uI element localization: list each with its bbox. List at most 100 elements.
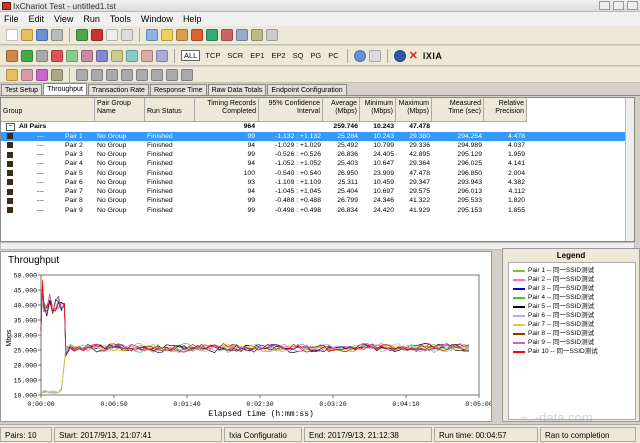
summary-row[interactable]: − All Pairs 964 259.746 10.243 47.478 [1, 122, 634, 131]
header-confidence-interval[interactable]: 95% Confidence Interval [259, 98, 323, 122]
endpoint-icon[interactable] [126, 49, 138, 62]
expand-toggle[interactable]: − [6, 122, 15, 131]
filter-tcp-button[interactable]: TCP [203, 51, 222, 60]
view3-icon[interactable] [106, 68, 118, 81]
help-icon[interactable] [393, 49, 406, 62]
header-measured-time[interactable]: Measured Time (sec) [432, 98, 484, 122]
view1-icon[interactable] [76, 68, 88, 81]
table-icon[interactable] [96, 49, 108, 62]
table-row[interactable]: --- Pair 8 No Group Finished 99 -0.488 : +0.4… [1, 196, 634, 205]
header-run-status[interactable]: Run Status [145, 98, 195, 122]
table-row[interactable]: --- Pair 2 No Group Finished 94 -1.029 : +1.0… [1, 141, 634, 150]
menu-run[interactable]: Run [83, 14, 100, 24]
legend-item[interactable]: Pair 9 -- 同一SSID测试 [513, 338, 594, 347]
zoom-icon[interactable] [51, 68, 63, 81]
add-pair-icon[interactable] [206, 29, 218, 41]
header-relative-precision[interactable]: Relative Precision [484, 98, 527, 122]
script-icon[interactable] [141, 49, 153, 62]
table-row[interactable]: --- Pair 3 No Group Finished 99 -0.526 : +0.5… [1, 150, 634, 159]
menu-window[interactable]: Window [141, 14, 173, 24]
filter-pc-button[interactable]: PC [326, 51, 340, 60]
filter-ep2-button[interactable]: EP2 [269, 51, 287, 60]
cut-icon[interactable] [121, 29, 133, 41]
legend-item[interactable]: Pair 7 -- 同一SSID测试 [513, 320, 594, 329]
filter-all-button[interactable]: ALL [181, 50, 201, 61]
table-row[interactable]: --- Pair 9 No Group Finished 99 -0.498 : +0.4… [1, 206, 634, 215]
view2-icon[interactable] [91, 68, 103, 81]
tab-response-time[interactable]: Response Time [149, 84, 207, 95]
header-group[interactable]: Group [1, 98, 95, 122]
menu-tools[interactable]: Tools [110, 14, 131, 24]
menu-help[interactable]: Help [183, 14, 202, 24]
table-row[interactable]: --- Pair 6 No Group Finished 93 -1.109 : +1.1… [1, 178, 634, 187]
view6-icon[interactable] [151, 68, 163, 81]
minimize-button[interactable] [599, 1, 610, 10]
header-timing-records[interactable]: Timing Records Completed [195, 98, 259, 122]
close-button[interactable] [627, 1, 638, 10]
green-flag-icon[interactable] [21, 49, 33, 62]
menu-view[interactable]: View [54, 14, 73, 24]
chart-icon[interactable] [66, 49, 78, 62]
export-icon[interactable] [21, 68, 33, 81]
cell-ci: -0.526 : +0.526 [275, 151, 321, 158]
tab-raw-data-totals[interactable]: Raw Data Totals [207, 84, 267, 95]
open-folder-icon[interactable] [21, 29, 33, 41]
legend-item[interactable]: Pair 10 -- 同一SSID测试 [513, 347, 598, 356]
table-row[interactable]: --- Pair 1 No Group Finished 99 -1.132 : +1.1… [1, 131, 634, 141]
tab-endpoint-configuration[interactable]: Endpoint Configuration [267, 84, 347, 95]
maximize-button[interactable] [613, 1, 624, 10]
swap-icon[interactable] [236, 29, 248, 41]
legend-item[interactable]: Pair 3 -- 同一SSID测试 [513, 284, 594, 293]
header-minimum[interactable]: Minimum (Mbps) [360, 98, 396, 122]
legend-item[interactable]: Pair 5 -- 同一SSID测试 [513, 302, 594, 311]
legend-item[interactable]: Pair 4 -- 同一SSID测试 [513, 293, 594, 302]
properties-icon[interactable] [266, 29, 278, 41]
open-results-icon[interactable] [6, 68, 18, 81]
menu-file[interactable]: File [4, 14, 19, 24]
grid-icon[interactable] [156, 49, 168, 62]
filter-icon[interactable] [111, 49, 123, 62]
legend-item[interactable]: Pair 8 -- 同一SSID测试 [513, 329, 594, 338]
header-maximum[interactable]: Maximum (Mbps) [396, 98, 432, 122]
table-row[interactable]: --- Pair 5 No Group Finished 100 -0.540 : +0.… [1, 169, 634, 178]
view8-icon[interactable] [181, 68, 193, 81]
graph-icon[interactable] [81, 49, 93, 62]
tab-transaction-rate[interactable]: Transaction Rate [87, 84, 149, 95]
document-icon[interactable] [106, 29, 118, 41]
cursor-icon[interactable] [146, 29, 158, 41]
filter-pg-button[interactable]: PG [308, 51, 323, 60]
paste-icon[interactable] [191, 29, 203, 41]
stop-icon[interactable] [91, 29, 103, 41]
link-icon[interactable] [6, 49, 18, 62]
edit-icon[interactable] [251, 29, 263, 41]
table-row[interactable]: --- Pair 7 No Group Finished 94 -1.045 : +1.0… [1, 187, 634, 196]
globe-icon[interactable] [353, 49, 366, 62]
tab-throughput[interactable]: Throughput [43, 83, 87, 95]
copy-icon[interactable] [176, 29, 188, 41]
legend-item[interactable]: Pair 6 -- 同一SSID测试 [513, 311, 594, 320]
save-icon[interactable] [36, 29, 48, 41]
red-marker-icon[interactable] [51, 49, 63, 62]
delete-icon[interactable] [221, 29, 233, 41]
filter-scr-button[interactable]: SCR [225, 51, 245, 60]
legend-item[interactable]: Pair 2 -- 同一SSID测试 [513, 275, 594, 284]
folder-icon[interactable] [161, 29, 173, 41]
table-vertical-scrollbar[interactable] [625, 98, 634, 241]
menu-edit[interactable]: Edit [29, 14, 45, 24]
print-icon[interactable] [51, 29, 63, 41]
view5-icon[interactable] [136, 68, 148, 81]
header-pair-group-name[interactable]: Pair Group Name [95, 98, 145, 122]
filter-ep1-button[interactable]: EP1 [248, 51, 266, 60]
legend-item[interactable]: Pair 1 -- 同一SSID测试 [513, 266, 594, 275]
filter-sq-button[interactable]: SQ [291, 51, 306, 60]
header-average[interactable]: Average (Mbps) [323, 98, 360, 122]
refresh-icon[interactable] [36, 49, 48, 62]
run-icon[interactable] [76, 29, 88, 41]
info-icon[interactable] [368, 49, 381, 62]
new-file-icon[interactable] [6, 29, 18, 41]
view7-icon[interactable] [166, 68, 178, 81]
view4-icon[interactable] [121, 68, 133, 81]
compare-icon[interactable] [36, 68, 48, 81]
table-row[interactable]: --- Pair 4 No Group Finished 94 -1.052 : +1.0… [1, 159, 634, 168]
tab-test-setup[interactable]: Test Setup [1, 84, 43, 95]
